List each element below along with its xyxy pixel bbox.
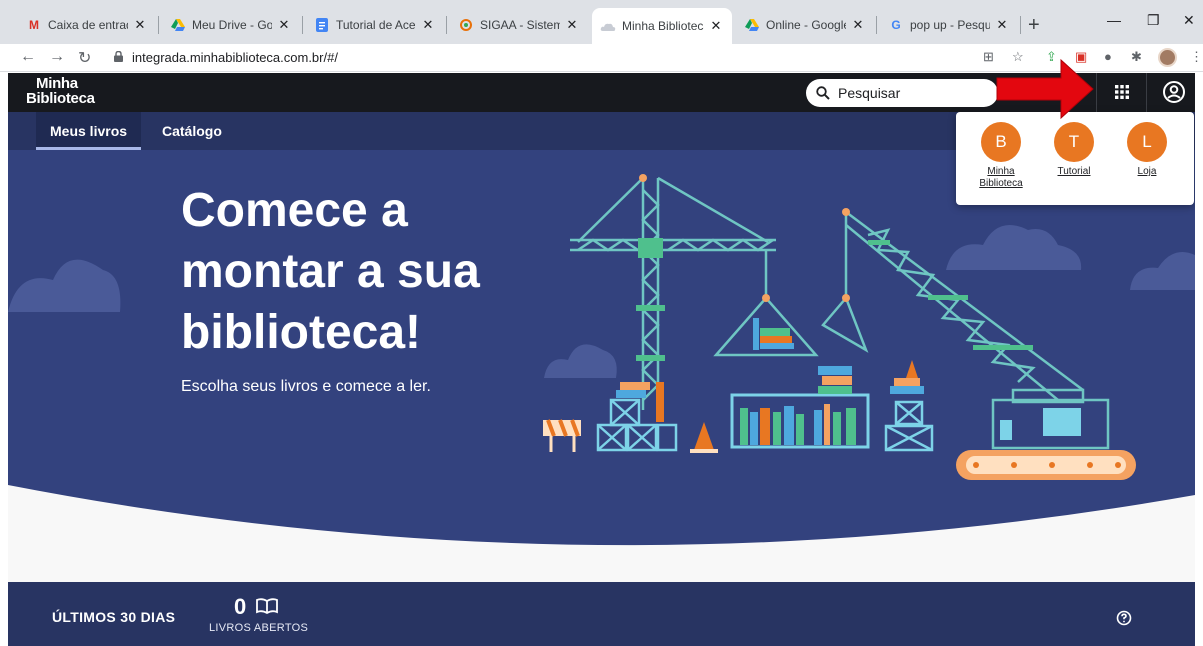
- drive-icon: [170, 17, 186, 33]
- reload-icon[interactable]: ↻: [78, 48, 91, 68]
- tab-title: pop up - Pesquisa: [910, 18, 990, 32]
- tab-divider: [876, 16, 877, 34]
- app-label[interactable]: Minha: [965, 166, 1037, 178]
- tab-divider: [1020, 16, 1021, 34]
- open-book-icon: [256, 598, 278, 614]
- hero-title-line: montar a sua: [181, 245, 480, 298]
- header-divider: [1096, 73, 1097, 112]
- google-icon: G: [891, 18, 901, 32]
- drive-icon: [744, 17, 760, 33]
- tab-catalogo[interactable]: Catálogo: [162, 112, 222, 150]
- puzzle-icon[interactable]: ✱: [1131, 49, 1142, 65]
- new-tab-button[interactable]: +: [1028, 14, 1040, 37]
- books-opened-count: 0: [234, 594, 247, 619]
- apps-grid-icon[interactable]: [1112, 82, 1132, 102]
- search-box[interactable]: Pesquisar: [806, 79, 998, 107]
- close-icon[interactable]: ✕: [276, 17, 292, 33]
- screen: M Caixa de entrada ( ✕ Meu Drive - Googl…: [0, 0, 1203, 646]
- help-icon[interactable]: [1116, 610, 1132, 626]
- hero-title: Comece a montar a sua biblioteca!: [181, 180, 581, 363]
- app-avatar: L: [1127, 122, 1167, 162]
- app-avatar: T: [1054, 122, 1094, 162]
- sigaa-icon: [458, 17, 474, 33]
- logo-line1: Minha: [36, 75, 78, 92]
- search-placeholder: Pesquisar: [838, 85, 901, 101]
- restore-icon[interactable]: ❐: [1147, 12, 1160, 29]
- browser-tab-online-drive[interactable]: Online - Google D ✕: [736, 10, 874, 40]
- menu-dots-icon[interactable]: ⋮: [1190, 49, 1203, 65]
- hero-subtitle: Escolha seus livros e comece a ler.: [181, 378, 431, 395]
- app-loja[interactable]: L Loja: [1111, 122, 1183, 178]
- lock-icon[interactable]: [114, 51, 123, 62]
- browser-tab-sigaa[interactable]: SIGAA - Sistema In ✕: [450, 10, 588, 40]
- browser-tab-gmail[interactable]: M Caixa de entrada ( ✕: [18, 10, 156, 40]
- back-icon[interactable]: ←: [20, 48, 36, 66]
- app-avatar: B: [981, 122, 1021, 162]
- close-icon[interactable]: ✕: [850, 17, 866, 33]
- page-scrollbar[interactable]: [1195, 73, 1203, 646]
- close-icon[interactable]: ✕: [708, 18, 724, 34]
- tab-title: Minha Biblioteca: [622, 19, 704, 33]
- app-label[interactable]: Loja: [1111, 166, 1183, 178]
- hero-banner: Comece a montar a sua biblioteca! Escolh…: [8, 150, 1195, 582]
- browser-tab-google-search[interactable]: G pop up - Pesquisa ✕: [880, 10, 1018, 40]
- tab-title: Online - Google D: [766, 18, 846, 32]
- tab-title: SIGAA - Sistema In: [480, 18, 560, 32]
- site-logo[interactable]: Minha Biblioteca: [26, 76, 95, 106]
- red-arrow-annotation: [996, 58, 1094, 120]
- translate-icon[interactable]: ⊞: [983, 49, 994, 65]
- tab-meus-livros[interactable]: Meus livros: [36, 112, 142, 150]
- tab-title: Caixa de entrada (: [48, 18, 128, 32]
- reading-stats-bar: ÚLTIMOS 30 DIAS 0 LIVROS ABERTOS: [8, 582, 1195, 646]
- user-account-icon[interactable]: [1162, 80, 1186, 104]
- search-icon: [816, 86, 830, 100]
- gmail-icon: M: [29, 18, 39, 32]
- close-icon[interactable]: ✕: [564, 17, 580, 33]
- close-icon[interactable]: ✕: [132, 17, 148, 33]
- app-tutorial[interactable]: T Tutorial: [1038, 122, 1110, 178]
- tab-divider: [302, 16, 303, 34]
- hero-title-line: Comece a: [181, 184, 408, 237]
- minimize-icon[interactable]: —: [1107, 12, 1121, 28]
- header-divider: [1146, 73, 1147, 112]
- browser-tab-drive[interactable]: Meu Drive - Googl ✕: [162, 10, 300, 40]
- docs-icon: [314, 17, 330, 33]
- browser-tabstrip: M Caixa de entrada ( ✕ Meu Drive - Googl…: [0, 0, 1203, 44]
- url-text[interactable]: integrada.minhabiblioteca.com.br/#/: [132, 50, 338, 65]
- apps-dropdown-menu: B Minha Biblioteca T Tutorial L Loja: [956, 112, 1194, 205]
- app-label[interactable]: Tutorial: [1038, 166, 1110, 178]
- browser-tab-minha-biblioteca[interactable]: Minha Biblioteca ✕: [592, 8, 732, 44]
- tab-divider: [446, 16, 447, 34]
- forward-icon[interactable]: →: [49, 48, 65, 66]
- tab-title: Tutorial de Acesso: [336, 18, 416, 32]
- browser-tab-docs[interactable]: Tutorial de Acesso ✕: [306, 10, 444, 40]
- profile-avatar[interactable]: [1158, 48, 1177, 67]
- tab-divider: [158, 16, 159, 34]
- close-icon[interactable]: ✕: [420, 17, 436, 33]
- app-minha-biblioteca[interactable]: B Minha Biblioteca: [965, 122, 1037, 190]
- close-icon[interactable]: ✕: [994, 17, 1010, 33]
- stats-period: ÚLTIMOS 30 DIAS: [52, 609, 176, 625]
- window-close-icon[interactable]: ✕: [1183, 12, 1195, 29]
- hero-title-line: biblioteca!: [181, 306, 422, 359]
- extension-circle-icon[interactable]: ●: [1104, 49, 1112, 64]
- logo-line2: Biblioteca: [26, 90, 95, 107]
- tab-title: Meu Drive - Googl: [192, 18, 272, 32]
- cloud-icon: [600, 18, 616, 34]
- books-opened-label: LIVROS ABERTOS: [209, 622, 309, 634]
- app-label[interactable]: Biblioteca: [965, 178, 1037, 190]
